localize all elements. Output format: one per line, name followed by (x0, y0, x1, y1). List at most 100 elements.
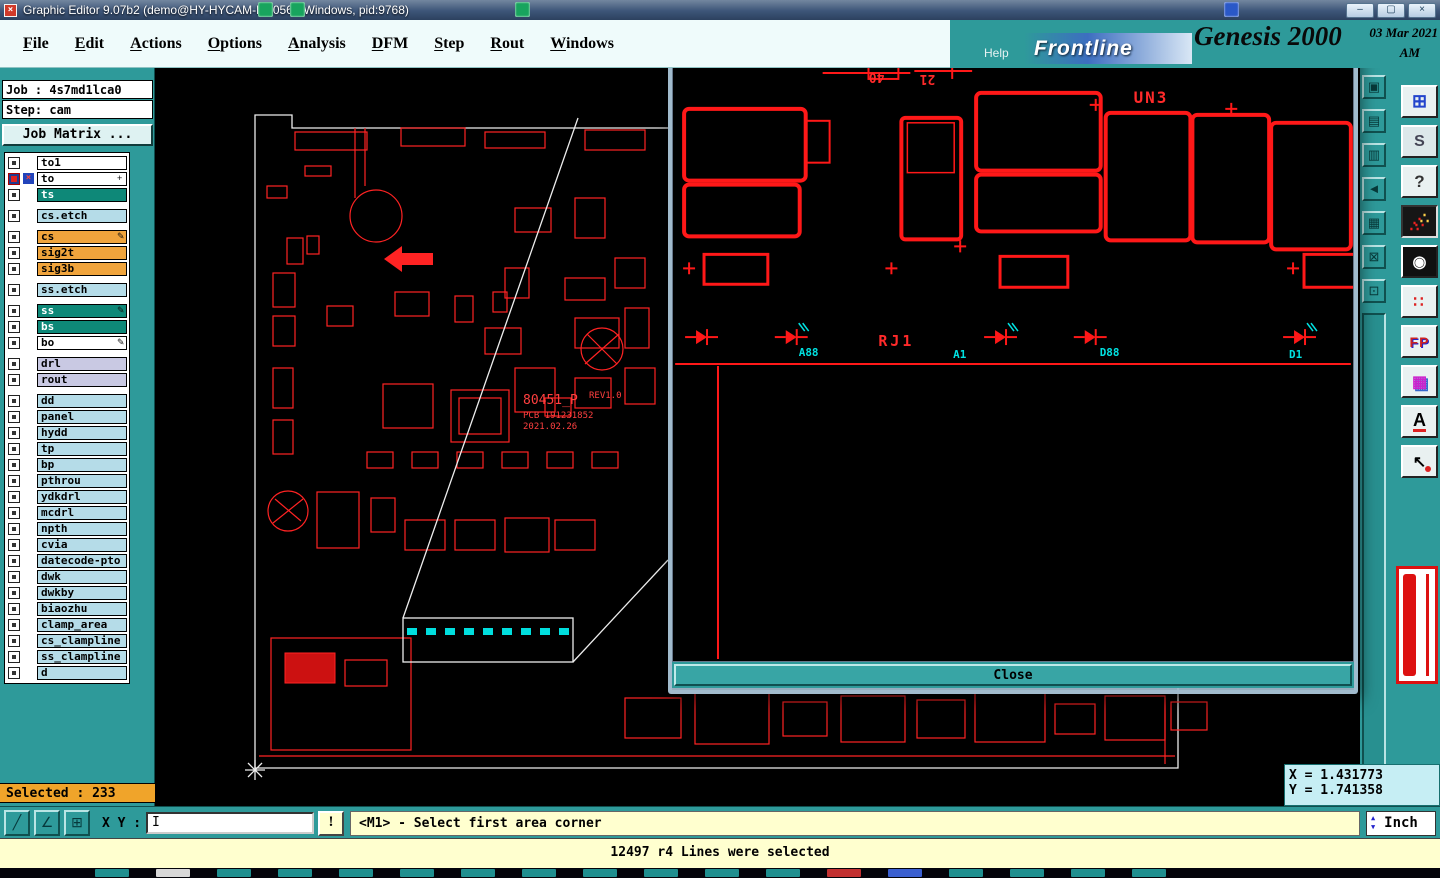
grid-tool-icon[interactable]: ⊞ (64, 810, 90, 836)
zoom-box-icon[interactable]: ⊡ (1362, 279, 1386, 303)
menu-actions[interactable]: Actions (117, 31, 195, 57)
layer-name[interactable]: pthrou (37, 474, 127, 488)
taskbar-item[interactable] (522, 869, 556, 877)
layer-name[interactable]: npth (37, 522, 127, 536)
layer-name[interactable]: hydd (37, 426, 127, 440)
taskbar-item[interactable] (644, 869, 678, 877)
taskbar-item[interactable] (217, 869, 251, 877)
layer-checkbox[interactable] (8, 523, 20, 535)
taskbar-item[interactable] (1010, 869, 1044, 877)
layer-name[interactable]: bp (37, 458, 127, 472)
layer-checkbox[interactable] (8, 173, 20, 185)
background-app-icon[interactable] (515, 2, 530, 17)
layer-checkbox[interactable] (8, 443, 20, 455)
background-app-icon[interactable] (258, 2, 273, 17)
layer-name[interactable]: bo (37, 336, 127, 350)
flip-icon[interactable]: FP (1401, 325, 1438, 358)
layer-checkbox[interactable] (8, 667, 20, 679)
layer-name[interactable]: dwk (37, 570, 127, 584)
layer-checkbox[interactable] (8, 321, 20, 333)
taskbar-item[interactable] (949, 869, 983, 877)
taskbar-item[interactable] (400, 869, 434, 877)
layer-checkbox[interactable] (8, 587, 20, 599)
layer-name[interactable]: biaozhu (37, 602, 127, 616)
units-selector[interactable]: ▲ ▼ Inch (1366, 811, 1436, 836)
menu-analysis[interactable]: Analysis (275, 31, 359, 57)
layer-name[interactable]: clamp_area (37, 618, 127, 632)
menu-edit[interactable]: Edit (62, 31, 117, 57)
job-matrix-button[interactable]: Job Matrix ... (2, 124, 153, 146)
active-tool-icon[interactable]: ∴ (1401, 205, 1438, 238)
pick-tool-icon[interactable]: ↖ (1401, 445, 1438, 478)
menu-help[interactable]: Help (984, 46, 1009, 60)
layer-checkbox[interactable] (8, 189, 20, 201)
layer-name[interactable]: cs (37, 230, 127, 244)
layer-checkbox[interactable] (8, 475, 20, 487)
palette-icon[interactable]: ▦ (1401, 365, 1438, 398)
layer-checkbox[interactable] (8, 284, 20, 296)
layer-checkbox[interactable] (8, 210, 20, 222)
angle-tool-icon[interactable]: ∠ (34, 810, 60, 836)
alert-button[interactable]: ! (318, 811, 344, 836)
taskbar-item[interactable] (461, 869, 495, 877)
taskbar-item[interactable] (1132, 869, 1166, 877)
layer-checkbox[interactable] (8, 507, 20, 519)
taskbar-item[interactable] (766, 869, 800, 877)
taskbar-item[interactable] (827, 869, 861, 877)
matrix-table-icon[interactable]: ⊞ (1401, 85, 1438, 118)
layer-checkbox[interactable] (8, 459, 20, 471)
layer-name[interactable]: mcdrl (37, 506, 127, 520)
menu-file[interactable]: File (10, 31, 62, 57)
taskbar-item[interactable] (339, 869, 373, 877)
active-color-indicator[interactable] (1396, 566, 1438, 684)
layer-checkbox[interactable] (8, 395, 20, 407)
layer-name[interactable]: ts (37, 188, 127, 202)
layer-checkbox[interactable] (8, 263, 20, 275)
taskbar-item[interactable] (1071, 869, 1105, 877)
taskbar-item[interactable] (156, 869, 190, 877)
dots-icon[interactable]: ∷ (1401, 285, 1438, 318)
layer-checkbox[interactable] (8, 247, 20, 259)
popview-close-button[interactable]: Close (674, 664, 1352, 686)
layer-name[interactable]: sig3b (37, 262, 127, 276)
layer-name[interactable]: cs.etch (37, 209, 127, 223)
layer-checkbox[interactable] (8, 619, 20, 631)
layer-name[interactable]: rout (37, 373, 127, 387)
layer-checkbox[interactable] (8, 491, 20, 503)
layer-name[interactable]: ydkdrl (37, 490, 127, 504)
layer-checkbox[interactable] (8, 635, 20, 647)
layer-checkbox[interactable] (8, 411, 20, 423)
layer-name[interactable]: to1 (37, 156, 127, 170)
delete-box-icon[interactable]: ⊠ (1362, 245, 1386, 269)
layer-name[interactable]: cvia (37, 538, 127, 552)
menu-options[interactable]: Options (195, 31, 275, 57)
layer-name[interactable]: d (37, 666, 127, 680)
layer-checkbox[interactable] (8, 427, 20, 439)
xy-input[interactable] (146, 812, 314, 834)
layer-checkbox[interactable] (8, 539, 20, 551)
taskbar-item[interactable] (583, 869, 617, 877)
title-bar[interactable]: × Graphic Editor 9.07b2 (demo@HY-HYCAM-P… (0, 0, 1440, 20)
menu-windows[interactable]: Windows (537, 31, 627, 57)
layer-name[interactable]: ss.etch (37, 283, 127, 297)
popview-canvas[interactable]: UN3 RJ1 A88 A1 D88 D1 40 21 (672, 64, 1354, 662)
aperture-icon[interactable]: ◉ (1401, 245, 1438, 278)
menu-step[interactable]: Step (421, 31, 477, 57)
snapshot-icon[interactable]: ▣ (1362, 75, 1386, 99)
taskbar-item[interactable] (888, 869, 922, 877)
menu-dfm[interactable]: DFM (359, 31, 421, 57)
layer-name[interactable]: dwkby (37, 586, 127, 600)
layer-name[interactable]: dd (37, 394, 127, 408)
layer-name[interactable]: to (37, 172, 127, 186)
menu-rout[interactable]: Rout (477, 31, 537, 57)
exit-icon[interactable]: ◄ (1362, 177, 1386, 201)
taskbar-item[interactable] (95, 869, 129, 877)
taskbar-item[interactable] (705, 869, 739, 877)
layer-name[interactable]: bs (37, 320, 127, 334)
text-tool-icon[interactable]: A (1401, 405, 1438, 438)
layer-name[interactable]: datecode-pto (37, 554, 127, 568)
maximize-button[interactable]: ▢ (1377, 2, 1405, 18)
background-app-icon[interactable] (290, 2, 305, 17)
layer-name[interactable]: sig2t (37, 246, 127, 260)
layer-name[interactable]: ss (37, 304, 127, 318)
